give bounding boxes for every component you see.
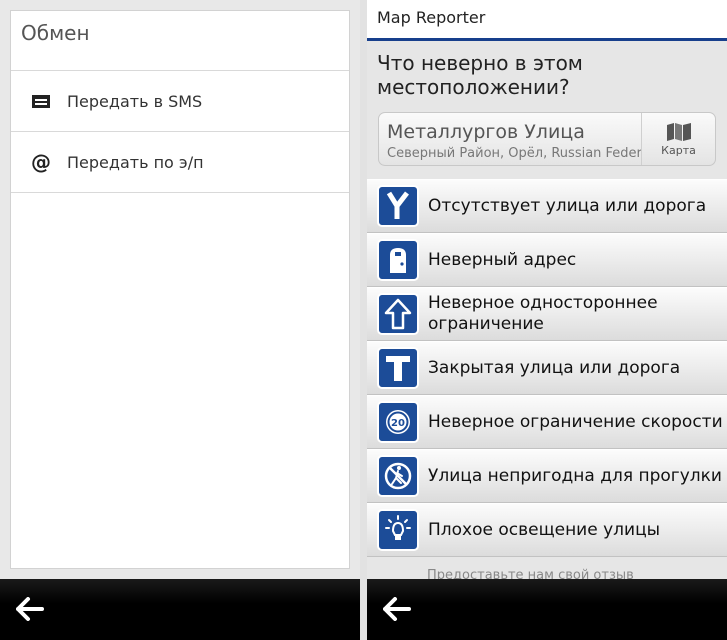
back-button[interactable] [14, 595, 46, 623]
location-street: Металлургов Улица [387, 121, 585, 143]
share-via-sms-item[interactable]: Передать в SMS [11, 71, 349, 132]
map-icon [666, 122, 691, 141]
share-panel: Обмен Передать в SMS @ Передать по э/п [0, 0, 360, 640]
issue-not-walkable-label: Улица непригодна для прогулки [428, 465, 722, 486]
issue-missing-road[interactable]: Отсутствует улица или дорога [367, 179, 727, 233]
issue-wrong-address[interactable]: Неверный адрес [367, 233, 727, 287]
issue-missing-road-label: Отсутствует улица или дорога [428, 195, 707, 216]
street-light-icon [377, 509, 419, 551]
share-via-sms-label: Передать в SMS [67, 91, 203, 111]
issue-wrong-one-way[interactable]: Неверное одностороннее ограничение [367, 287, 727, 341]
question-text: Что неверно в этом местоположении? [377, 51, 583, 99]
email-icon: @ [31, 150, 51, 174]
issue-poor-lighting-label: Плохое освещение улицы [428, 519, 661, 540]
sms-icon [29, 89, 53, 113]
share-menu: Обмен Передать в SMS @ Передать по э/п [10, 10, 350, 569]
issue-wrong-one-way-label: Неверное одностороннее ограничение [428, 293, 658, 334]
issue-wrong-address-label: Неверный адрес [428, 249, 577, 270]
wrong-address-icon [377, 239, 419, 281]
location-region: Северный Район, Орёл, Russian Federation [387, 146, 642, 161]
issue-closed-road[interactable]: Закрытая улица или дорога [367, 341, 727, 395]
app-title: Map Reporter [367, 0, 727, 41]
issue-wrong-speed-limit-label: Неверное ограничение скорости [428, 411, 723, 432]
map-reporter-panel: Map Reporter Что неверно в этом местопол… [367, 0, 727, 640]
location-text: Металлургов Улица Северный Район, Орёл, … [387, 121, 642, 161]
map-button[interactable]: Карта [641, 113, 715, 165]
back-arrow-icon [16, 597, 44, 621]
location-box[interactable]: Металлургов Улица Северный Район, Орёл, … [378, 112, 716, 166]
issue-poor-lighting[interactable]: Плохое освещение улицы [367, 503, 727, 557]
share-via-email-label: Передать по э/п [67, 152, 204, 172]
bottom-toolbar-right [367, 579, 727, 640]
share-menu-title: Обмен [11, 11, 349, 71]
speed-limit-value: 20 [391, 418, 405, 429]
issue-closed-road-label: Закрытая улица или дорога [428, 357, 681, 378]
map-button-label: Карта [661, 143, 696, 157]
back-arrow-icon [383, 597, 411, 621]
speed-limit-icon: 20 [377, 401, 419, 443]
back-button-right[interactable] [381, 595, 413, 623]
one-way-icon [377, 293, 419, 335]
no-walking-icon [377, 455, 419, 497]
issue-wrong-speed-limit[interactable]: 20 Неверное ограничение скорости [367, 395, 727, 449]
issue-not-walkable[interactable]: Улица непригодна для прогулки [367, 449, 727, 503]
closed-road-icon [377, 347, 419, 389]
issue-list: Отсутствует улица или дорога Неверный ад… [367, 179, 727, 557]
bottom-toolbar [0, 579, 360, 640]
share-via-email-item[interactable]: @ Передать по э/п [11, 132, 349, 193]
missing-road-icon [377, 185, 419, 227]
